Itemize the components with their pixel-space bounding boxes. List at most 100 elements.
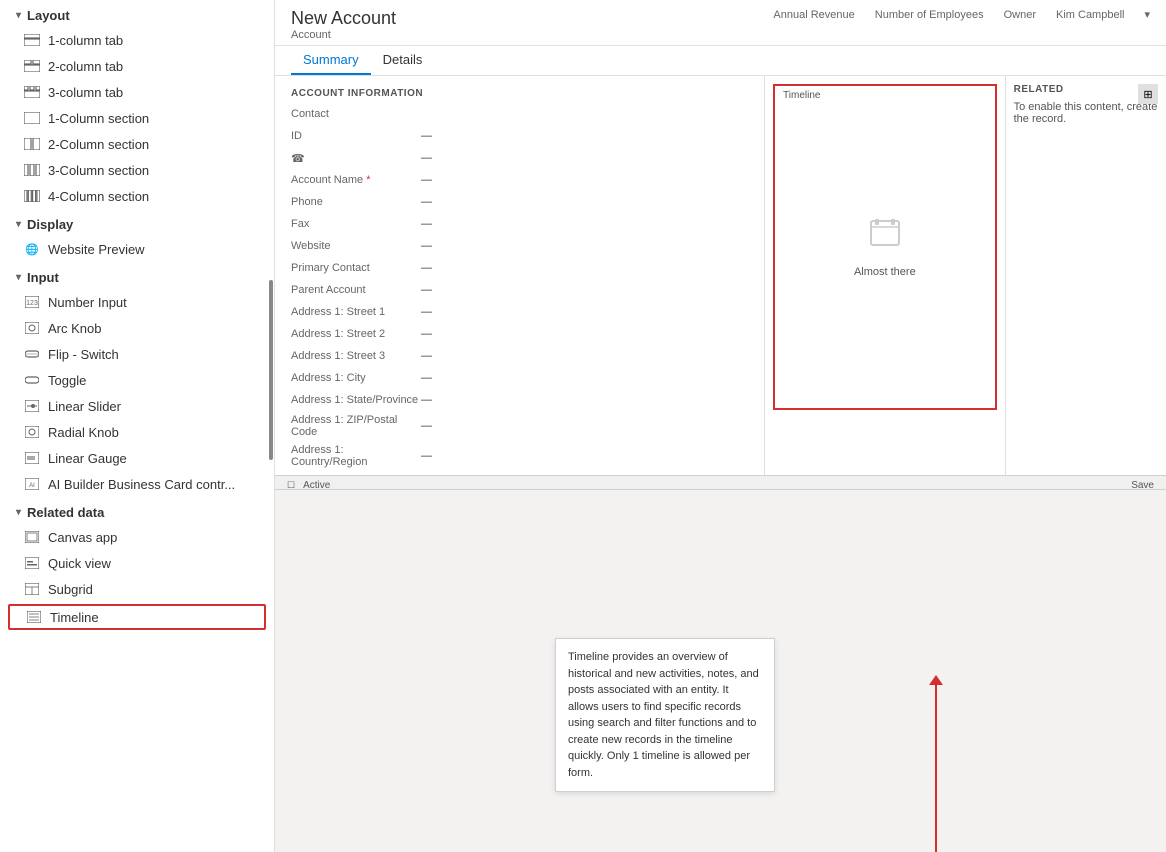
related-title: RELATED xyxy=(1014,84,1158,95)
field-street2-label: Address 1: Street 2 xyxy=(291,328,421,340)
section-related-data[interactable]: ▾ Related data xyxy=(0,497,274,524)
sidebar-item-1col-tab-label: 1-column tab xyxy=(48,33,123,48)
field-id-label: ID xyxy=(291,130,421,142)
field-state-label: Address 1: State/Province xyxy=(291,394,421,406)
sidebar-item-flip-switch-label: Flip - Switch xyxy=(48,347,119,362)
status-checkbox: ☐ xyxy=(287,480,295,490)
sidebar-item-1col-section[interactable]: 1-Column section xyxy=(0,105,274,131)
sidebar-item-quick-view[interactable]: Quick view xyxy=(0,550,274,576)
status-save[interactable]: Save xyxy=(1131,480,1154,490)
sidebar-item-timeline-label: Timeline xyxy=(50,610,99,625)
tab2-icon xyxy=(24,58,40,74)
lingauge-icon xyxy=(24,450,40,466)
status-active: Active xyxy=(303,480,330,490)
toggle-icon xyxy=(24,372,40,388)
topbar-annual-revenue: Annual Revenue xyxy=(773,9,854,21)
field-addr-state: Address 1: State/Province — xyxy=(275,389,764,411)
timeline-almost-text: Almost there xyxy=(854,266,916,278)
sidebar-item-subgrid[interactable]: Subgrid xyxy=(0,576,274,602)
field-parent-label: Parent Account xyxy=(291,284,421,296)
sidebar-item-radial-knob[interactable]: Radial Knob xyxy=(0,419,274,445)
field-contact-label: Contact xyxy=(291,108,421,120)
section-input-label: Input xyxy=(27,270,59,285)
sidebar-item-3col-section-label: 3-Column section xyxy=(48,163,149,178)
field-parent-account: Parent Account — xyxy=(275,279,764,301)
sidebar: ▾ Layout 1-column tab 2-column tab 3-col… xyxy=(0,0,275,852)
section-display[interactable]: ▾ Display xyxy=(0,209,274,236)
flip-icon xyxy=(24,346,40,362)
timeline-tooltip: Timeline provides an overview of histori… xyxy=(555,638,775,792)
quick-icon xyxy=(24,555,40,571)
section-layout[interactable]: ▾ Layout xyxy=(0,0,274,27)
web-icon: 🌐 xyxy=(24,241,40,257)
field-addr-street3: Address 1: Street 3 — xyxy=(275,345,764,367)
chevron-related-icon: ▾ xyxy=(16,507,21,518)
linslide-icon xyxy=(24,398,40,414)
field-addr-zip: Address 1: ZIP/Postal Code — xyxy=(275,411,764,441)
red-arrow-line xyxy=(935,680,937,852)
sidebar-item-canvas-app[interactable]: Canvas app xyxy=(0,524,274,550)
sidebar-item-website-label: Website Preview xyxy=(48,242,145,257)
form-right-panel: RELATED To enable this content, create t… xyxy=(1006,76,1166,475)
field-addr-country: Address 1: Country/Region — xyxy=(275,441,764,471)
field-id: ID — xyxy=(275,125,764,147)
form-header: New Account Account Annual Revenue Numbe… xyxy=(275,0,1166,46)
sidebar-item-3col-tab[interactable]: 3-column tab xyxy=(0,79,274,105)
sidebar-item-website-preview[interactable]: 🌐 Website Preview xyxy=(0,236,274,262)
field-contact: Contact xyxy=(275,103,764,125)
form-statusbar: ☐ Active Save xyxy=(275,475,1166,490)
svg-text:123: 123 xyxy=(26,300,38,307)
sidebar-item-1col-section-label: 1-Column section xyxy=(48,111,149,126)
field-account-name-label: Account Name * xyxy=(291,174,421,186)
sidebar-item-timeline[interactable]: Timeline xyxy=(8,604,266,630)
sec2-icon xyxy=(24,136,40,152)
form-body: ACCOUNT INFORMATION Contact ID — ☎ — Acc… xyxy=(275,76,1166,475)
sidebar-item-2col-section[interactable]: 2-Column section xyxy=(0,131,274,157)
sidebar-item-3col-tab-label: 3-column tab xyxy=(48,85,123,100)
tab-summary[interactable]: Summary xyxy=(291,46,371,75)
section-display-label: Display xyxy=(27,217,73,232)
arc-icon xyxy=(24,320,40,336)
topbar-chevron-icon[interactable]: ▾ xyxy=(1144,8,1150,21)
sidebar-item-toggle[interactable]: Toggle xyxy=(0,367,274,393)
sidebar-item-linear-gauge-label: Linear Gauge xyxy=(48,451,127,466)
tab-details[interactable]: Details xyxy=(371,46,435,75)
sidebar-item-2col-tab[interactable]: 2-column tab xyxy=(0,53,274,79)
sidebar-item-4col-section[interactable]: 4-Column section xyxy=(0,183,274,209)
sidebar-item-1col-tab[interactable]: 1-column tab xyxy=(0,27,274,53)
sidebar-item-flip-switch[interactable]: Flip - Switch xyxy=(0,341,274,367)
related-expand-button[interactable]: ⊞ xyxy=(1138,84,1158,104)
account-info-title: ACCOUNT INFORMATION xyxy=(275,84,764,103)
sidebar-item-ai-label: AI Builder Business Card contr... xyxy=(48,477,235,492)
subgrid-icon xyxy=(24,581,40,597)
sidebar-item-number-input[interactable]: 123 Number Input xyxy=(0,289,274,315)
section-related-label: Related data xyxy=(27,505,104,520)
section-layout-label: Layout xyxy=(27,8,70,23)
field-city-label: Address 1: City xyxy=(291,372,421,384)
sec3-icon xyxy=(24,162,40,178)
canvas-icon xyxy=(24,529,40,545)
sidebar-item-ai-builder[interactable]: AI AI Builder Business Card contr... xyxy=(0,471,274,497)
num-icon: 123 xyxy=(24,294,40,310)
chevron-input-icon: ▾ xyxy=(16,272,21,283)
form-breadcrumb: Account xyxy=(291,29,396,41)
form-tabs: Summary Details xyxy=(275,46,1166,76)
field-website: Website — xyxy=(275,235,764,257)
field-country-label: Address 1: Country/Region xyxy=(291,444,421,468)
topbar-owner: Owner xyxy=(1004,9,1036,21)
sidebar-item-2col-tab-label: 2-column tab xyxy=(48,59,123,74)
tab1-icon xyxy=(24,32,40,48)
sidebar-item-linear-gauge[interactable]: Linear Gauge xyxy=(0,445,274,471)
form-left-panel: ACCOUNT INFORMATION Contact ID — ☎ — Acc… xyxy=(275,76,765,475)
field-primary-contact-label: Primary Contact xyxy=(291,262,421,274)
sidebar-item-3col-section[interactable]: 3-Column section xyxy=(0,157,274,183)
sidebar-item-radial-knob-label: Radial Knob xyxy=(48,425,119,440)
sidebar-item-linear-slider[interactable]: Linear Slider xyxy=(0,393,274,419)
field-addr-street1: Address 1: Street 1 — xyxy=(275,301,764,323)
field-phone: Phone — xyxy=(275,191,764,213)
field-street3-label: Address 1: Street 3 xyxy=(291,350,421,362)
topbar-employees: Number of Employees xyxy=(875,9,984,21)
sidebar-item-arc-knob[interactable]: Arc Knob xyxy=(0,315,274,341)
section-input[interactable]: ▾ Input xyxy=(0,262,274,289)
sidebar-scrollbar[interactable] xyxy=(269,280,273,460)
